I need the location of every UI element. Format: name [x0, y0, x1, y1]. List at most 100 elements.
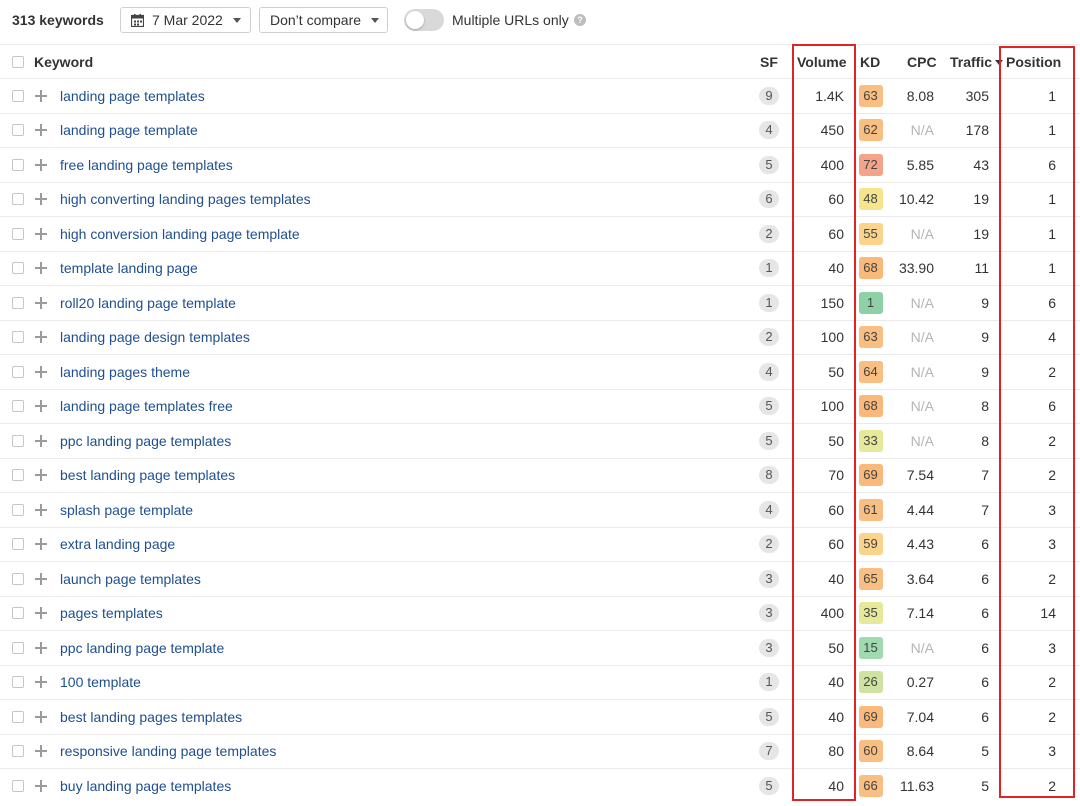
sf-badge[interactable]: 1 [759, 259, 779, 278]
row-checkbox[interactable] [12, 434, 24, 447]
traffic-cell[interactable]: 43 [944, 148, 989, 182]
plus-icon[interactable] [35, 538, 47, 551]
row-checkbox[interactable] [12, 779, 24, 792]
traffic-cell[interactable]: 9 [944, 321, 989, 355]
traffic-cell[interactable]: 11 [944, 252, 989, 286]
traffic-cell[interactable]: 8 [944, 390, 989, 424]
row-checkbox[interactable] [12, 89, 24, 102]
sf-badge[interactable]: 5 [759, 431, 779, 450]
sf-badge[interactable]: 2 [759, 535, 779, 554]
row-checkbox[interactable] [12, 158, 24, 171]
row-checkbox[interactable] [12, 607, 24, 620]
keyword-link[interactable]: roll20 landing page template [60, 286, 236, 320]
plus-icon[interactable] [35, 676, 47, 689]
traffic-cell[interactable]: 9 [944, 355, 989, 389]
plus-icon[interactable] [35, 745, 47, 758]
plus-icon[interactable] [35, 193, 47, 206]
column-header-keyword[interactable]: Keyword [34, 45, 93, 78]
sf-badge[interactable]: 3 [759, 569, 779, 588]
traffic-cell[interactable]: 305 [944, 79, 989, 113]
sf-badge[interactable]: 4 [759, 362, 779, 381]
traffic-cell[interactable]: 7 [944, 493, 989, 527]
traffic-cell[interactable]: 19 [944, 217, 989, 251]
select-all-checkbox[interactable] [12, 55, 24, 68]
row-checkbox[interactable] [12, 227, 24, 240]
keyword-link[interactable]: landing page templates free [60, 390, 233, 424]
row-checkbox[interactable] [12, 262, 24, 275]
plus-icon[interactable] [35, 400, 47, 413]
keyword-link[interactable]: high conversion landing page template [60, 217, 300, 251]
row-checkbox[interactable] [12, 572, 24, 585]
compare-dropdown[interactable]: Don’t compare [259, 7, 388, 33]
traffic-cell[interactable]: 5 [944, 769, 989, 803]
sf-badge[interactable]: 9 [759, 86, 779, 105]
keyword-link[interactable]: launch page templates [60, 562, 201, 596]
keyword-link[interactable]: free landing page templates [60, 148, 233, 182]
sf-badge[interactable]: 2 [759, 224, 779, 243]
sf-badge[interactable]: 1 [759, 673, 779, 692]
keyword-link[interactable]: splash page template [60, 493, 193, 527]
plus-icon[interactable] [35, 607, 47, 620]
keyword-link[interactable]: landing page design templates [60, 321, 250, 355]
keyword-link[interactable]: landing page templates [60, 79, 205, 113]
traffic-cell[interactable]: 19 [944, 183, 989, 217]
help-icon[interactable]: ? [574, 14, 586, 26]
plus-icon[interactable] [35, 434, 47, 447]
column-header-position[interactable]: Position [1006, 45, 1061, 78]
plus-icon[interactable] [35, 572, 47, 585]
keyword-link[interactable]: buy landing page templates [60, 769, 231, 803]
traffic-cell[interactable]: 5 [944, 735, 989, 769]
traffic-cell[interactable]: 7 [944, 459, 989, 493]
plus-icon[interactable] [35, 262, 47, 275]
sf-badge[interactable]: 3 [759, 604, 779, 623]
traffic-cell[interactable]: 6 [944, 562, 989, 596]
plus-icon[interactable] [35, 503, 47, 516]
plus-icon[interactable] [35, 89, 47, 102]
multiple-urls-toggle[interactable] [404, 9, 444, 31]
traffic-cell[interactable]: 8 [944, 424, 989, 458]
row-checkbox[interactable] [12, 745, 24, 758]
keyword-link[interactable]: best landing pages templates [60, 700, 242, 734]
row-checkbox[interactable] [12, 193, 24, 206]
plus-icon[interactable] [35, 779, 47, 792]
row-checkbox[interactable] [12, 365, 24, 378]
keyword-link[interactable]: landing pages theme [60, 355, 190, 389]
row-checkbox[interactable] [12, 676, 24, 689]
plus-icon[interactable] [35, 710, 47, 723]
plus-icon[interactable] [35, 469, 47, 482]
sf-badge[interactable]: 4 [759, 500, 779, 519]
keyword-link[interactable]: best landing page templates [60, 459, 235, 493]
column-header-volume[interactable]: Volume [797, 45, 847, 78]
row-checkbox[interactable] [12, 469, 24, 482]
keyword-link[interactable]: landing page template [60, 114, 198, 148]
sf-badge[interactable]: 2 [759, 328, 779, 347]
plus-icon[interactable] [35, 365, 47, 378]
keyword-link[interactable]: ppc landing page template [60, 631, 224, 665]
sf-badge[interactable]: 1 [759, 293, 779, 312]
sf-badge[interactable]: 5 [759, 155, 779, 174]
sf-badge[interactable]: 8 [759, 466, 779, 485]
sf-badge[interactable]: 7 [759, 742, 779, 761]
plus-icon[interactable] [35, 124, 47, 137]
traffic-cell[interactable]: 6 [944, 700, 989, 734]
row-checkbox[interactable] [12, 296, 24, 309]
traffic-cell[interactable]: 9 [944, 286, 989, 320]
date-picker-button[interactable]: 7 Mar 2022 [120, 7, 251, 33]
keyword-link[interactable]: extra landing page [60, 528, 175, 562]
plus-icon[interactable] [35, 641, 47, 654]
sf-badge[interactable]: 5 [759, 707, 779, 726]
sf-badge[interactable]: 4 [759, 121, 779, 140]
plus-icon[interactable] [35, 331, 47, 344]
row-checkbox[interactable] [12, 331, 24, 344]
traffic-cell[interactable]: 178 [944, 114, 989, 148]
sf-badge[interactable]: 6 [759, 190, 779, 209]
keyword-link[interactable]: ppc landing page templates [60, 424, 231, 458]
row-checkbox[interactable] [12, 400, 24, 413]
plus-icon[interactable] [35, 158, 47, 171]
row-checkbox[interactable] [12, 124, 24, 137]
plus-icon[interactable] [35, 227, 47, 240]
traffic-cell[interactable]: 6 [944, 528, 989, 562]
keyword-link[interactable]: high converting landing pages templates [60, 183, 311, 217]
keyword-link[interactable]: template landing page [60, 252, 198, 286]
keyword-link[interactable]: 100 template [60, 666, 141, 700]
